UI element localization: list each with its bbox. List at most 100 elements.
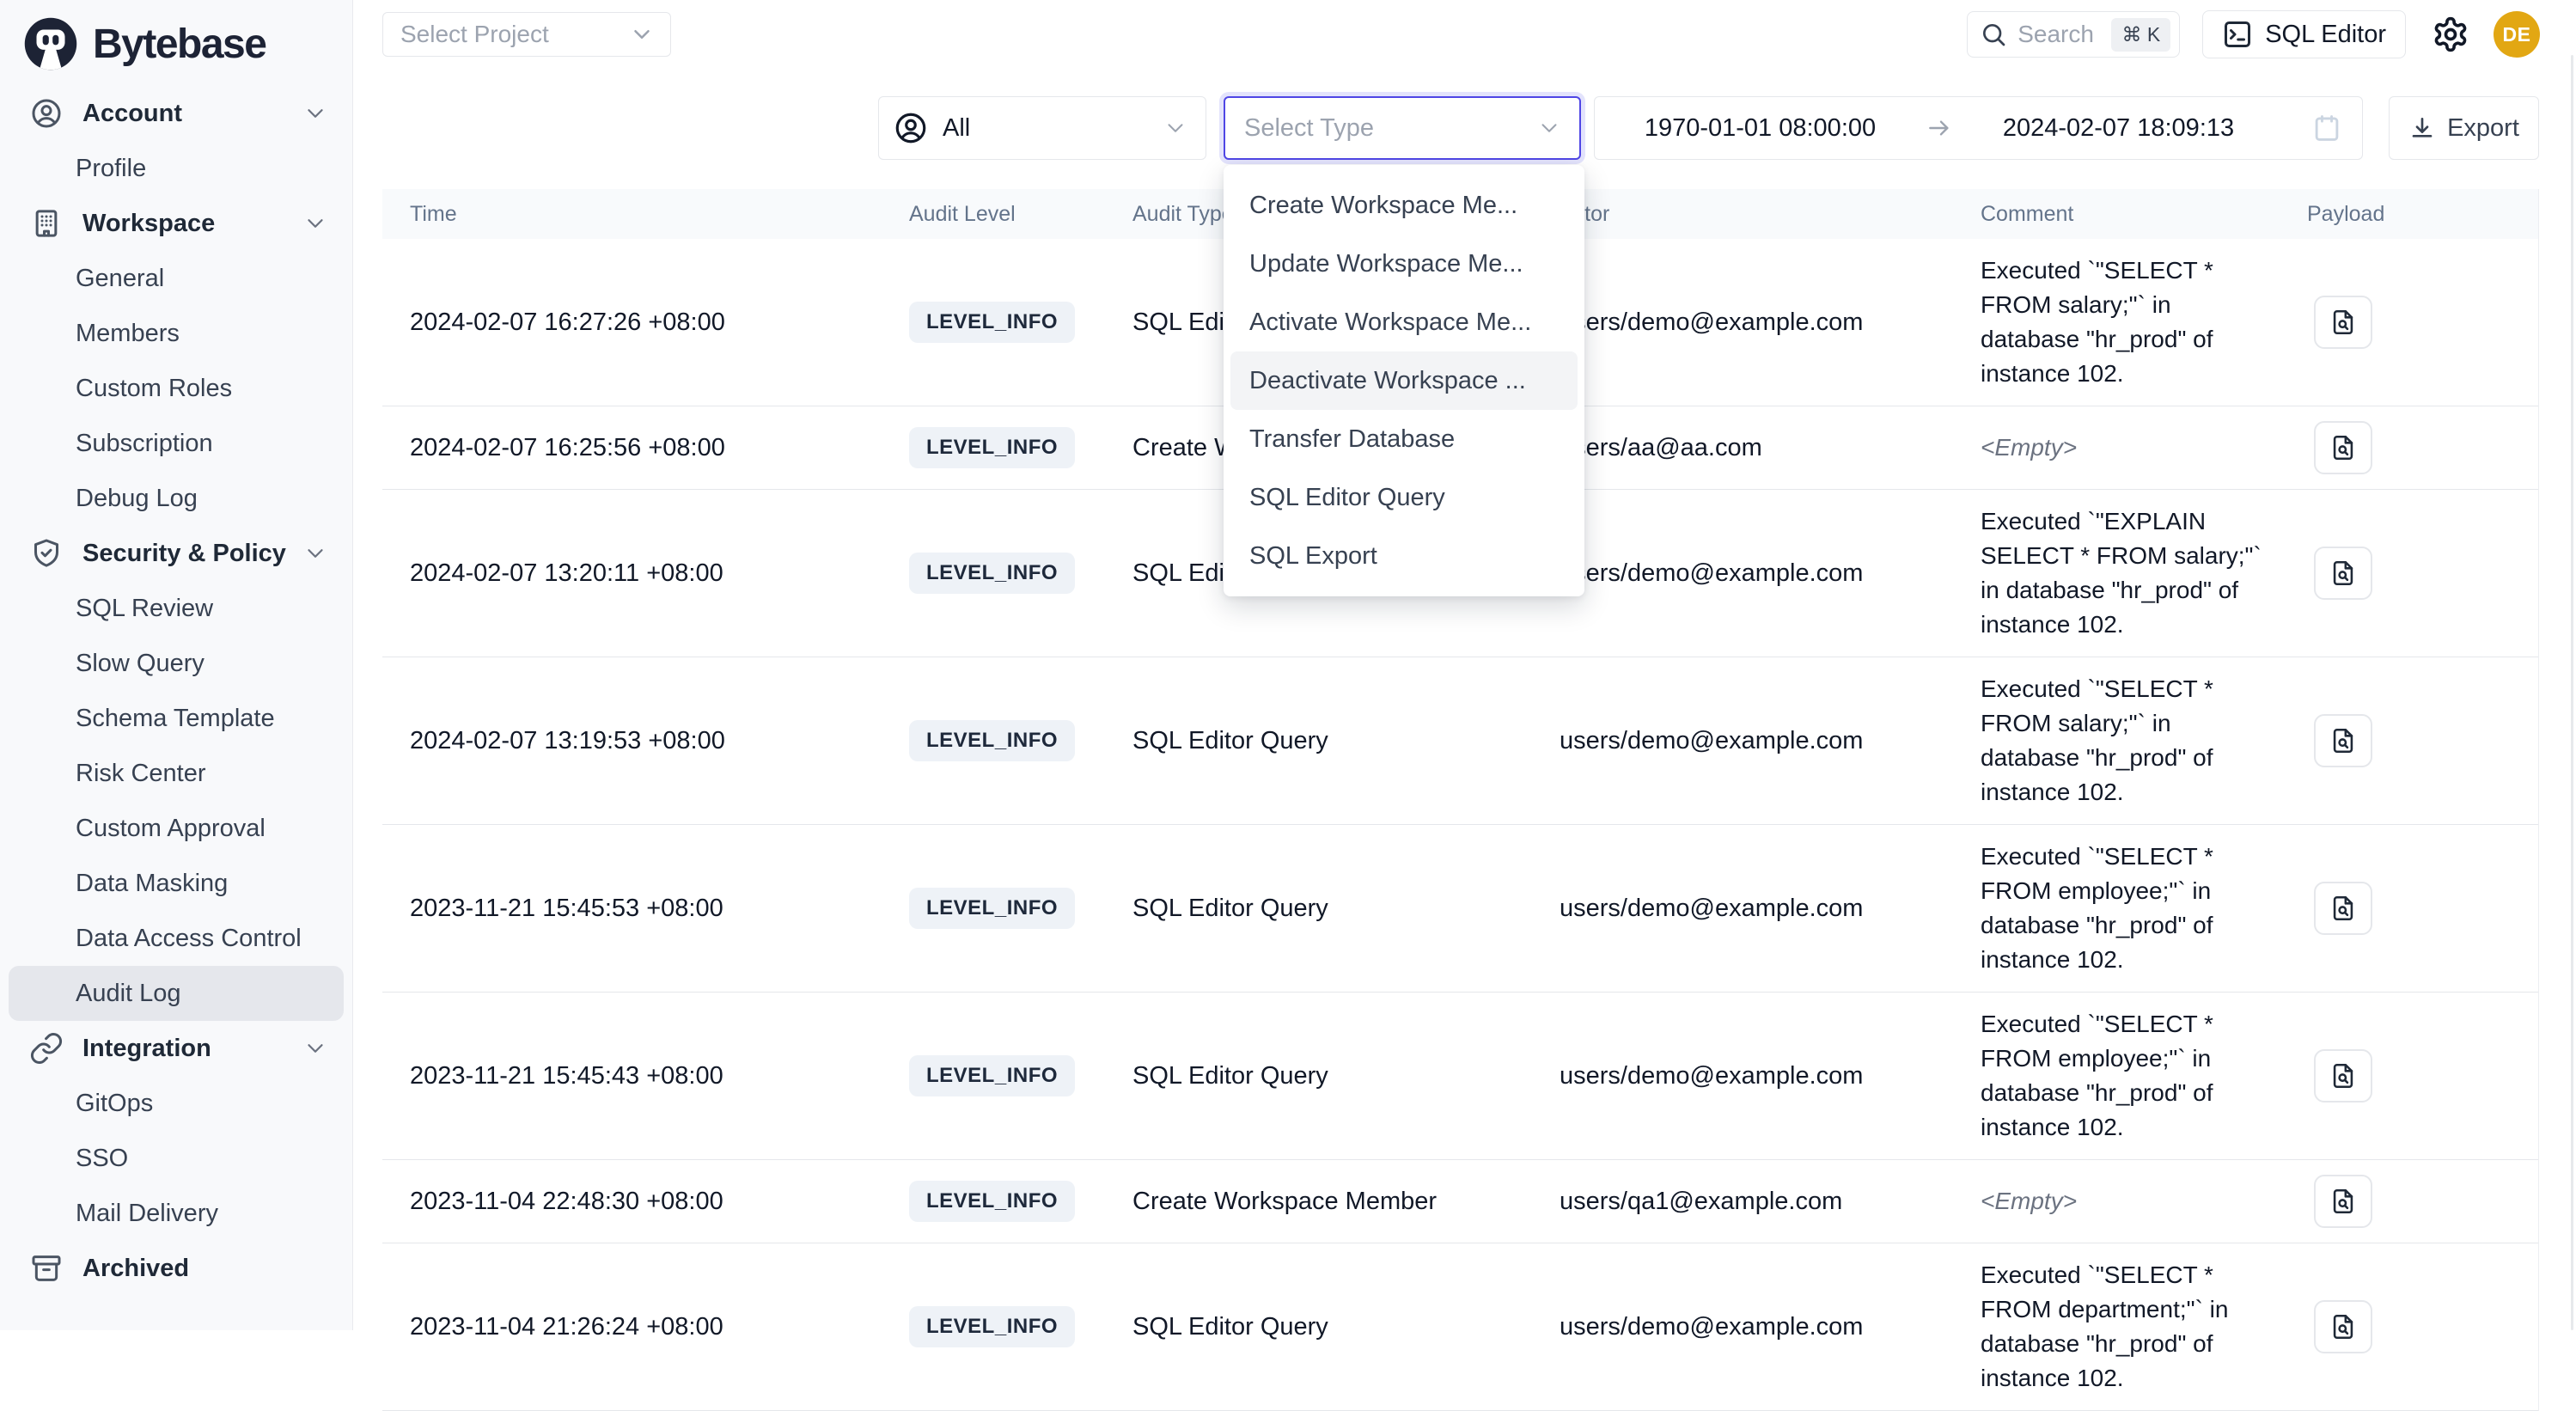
audit-level-cell: LEVEL_INFO xyxy=(902,302,1132,343)
archive-icon xyxy=(29,1251,64,1286)
audit-level-badge: LEVEL_INFO xyxy=(909,720,1075,761)
sidebar-group-archived[interactable]: Archived xyxy=(9,1241,344,1296)
brand[interactable]: Bytebase xyxy=(9,12,344,86)
sidebar-item-mail-delivery[interactable]: Mail Delivery xyxy=(9,1186,344,1241)
chevron-down-icon xyxy=(302,1035,328,1061)
scrollbar[interactable] xyxy=(2571,55,2573,1330)
project-select-placeholder: Select Project xyxy=(400,21,549,48)
audit-level-badge: LEVEL_INFO xyxy=(909,888,1075,929)
type-filter-select[interactable]: Select Type xyxy=(1224,96,1581,160)
audit-comment: Executed `"SELECT * FROM employee;"` in … xyxy=(1981,840,2276,977)
audit-type: Create Workspace Member xyxy=(1132,1188,1560,1216)
sidebar-item-slow-query[interactable]: Slow Query xyxy=(9,636,344,691)
sidebar-item-data-access-control[interactable]: Data Access Control xyxy=(9,911,344,966)
payload-cell xyxy=(2307,547,2539,600)
sidebar-item-label: General xyxy=(76,265,164,293)
sidebar: Bytebase AccountProfile Workspace General M… xyxy=(0,0,353,1330)
export-button[interactable]: Export xyxy=(2389,96,2539,160)
project-select[interactable]: Select Project xyxy=(382,12,671,57)
search-input[interactable]: Search ⌘ K xyxy=(1967,11,2180,58)
sidebar-item-profile[interactable]: Profile xyxy=(9,141,344,196)
audit-comment: Executed `"SELECT * FROM salary;"` in da… xyxy=(1981,253,2276,391)
audit-type: SQL Editor Query xyxy=(1132,1313,1560,1341)
sidebar-item-sso[interactable]: SSO xyxy=(9,1131,344,1186)
audit-comment: <Empty> xyxy=(1981,431,2276,465)
sidebar-item-custom-approval[interactable]: Custom Approval xyxy=(9,801,344,856)
menu-item-update-workspace-me[interactable]: Update Workspace Me... xyxy=(1230,235,1578,293)
sidebar-group-label: Workspace xyxy=(82,210,215,238)
menu-item-create-workspace-me[interactable]: Create Workspace Me... xyxy=(1230,176,1578,235)
shield-check-icon xyxy=(29,536,64,571)
table-row: 2023-11-21 15:45:43 +08:00LEVEL_INFOSQL … xyxy=(382,993,2538,1160)
sql-editor-button[interactable]: SQL Editor xyxy=(2202,10,2406,58)
sidebar-item-custom-roles[interactable]: Custom Roles xyxy=(9,361,344,416)
main-area: Select Project Search ⌘ K SQL Editor DE xyxy=(353,0,2576,1330)
sidebar-item-label: Custom Roles xyxy=(76,375,232,403)
file-search-icon xyxy=(2329,433,2358,462)
audit-level-cell: LEVEL_INFO xyxy=(902,1306,1132,1347)
sidebar-item-gitops[interactable]: GitOps xyxy=(9,1076,344,1131)
table-row: 2023-11-21 15:45:53 +08:00LEVEL_INFOSQL … xyxy=(382,825,2538,993)
audit-actor: users/qa1@example.com xyxy=(1560,1188,1981,1216)
menu-item-transfer-database[interactable]: Transfer Database xyxy=(1230,410,1578,468)
view-payload-button[interactable] xyxy=(2314,1049,2372,1103)
sidebar-item-label: Risk Center xyxy=(76,760,206,788)
file-search-icon xyxy=(2329,308,2358,337)
chevron-down-icon xyxy=(302,101,328,126)
search-icon xyxy=(1980,21,2007,48)
sidebar-group-label: Security & Policy xyxy=(82,540,286,568)
payload-cell xyxy=(2307,421,2539,474)
sidebar-item-general[interactable]: General xyxy=(9,251,344,306)
menu-item-activate-workspace-me[interactable]: Activate Workspace Me... xyxy=(1230,293,1578,351)
sidebar-item-risk-center[interactable]: Risk Center xyxy=(9,746,344,801)
sidebar-item-members[interactable]: Members xyxy=(9,306,344,361)
view-payload-button[interactable] xyxy=(2314,882,2372,935)
table-row: 2023-11-04 21:26:24 +08:00LEVEL_INFOSQL … xyxy=(382,1243,2538,1411)
audit-time: 2024-02-07 16:27:26 +08:00 xyxy=(382,308,902,337)
menu-item-sql-export[interactable]: SQL Export xyxy=(1230,527,1578,585)
avatar-initials: DE xyxy=(2503,23,2531,46)
view-payload-button[interactable] xyxy=(2314,296,2372,349)
audit-actor: users/aa@aa.com xyxy=(1560,434,1981,462)
view-payload-button[interactable] xyxy=(2314,547,2372,600)
avatar[interactable]: DE xyxy=(2494,11,2540,58)
audit-actor: users/demo@example.com xyxy=(1560,1062,1981,1090)
audit-comment: <Empty> xyxy=(1981,1184,2276,1219)
date-from-value[interactable]: 1970-01-01 08:00:00 xyxy=(1595,114,1926,143)
settings-button[interactable] xyxy=(2432,15,2471,54)
sidebar-group-workspace[interactable]: Workspace xyxy=(9,196,344,251)
sidebar-group-label: Archived xyxy=(82,1255,189,1283)
sidebar-group-security-policy[interactable]: Security & Policy xyxy=(9,526,344,581)
audit-actor: users/demo@example.com xyxy=(1560,1313,1981,1341)
calendar-icon xyxy=(2310,112,2343,144)
sidebar-item-audit-log[interactable]: Audit Log xyxy=(9,966,344,1021)
chevron-down-icon xyxy=(302,211,328,236)
sidebar-item-debug-log[interactable]: Debug Log xyxy=(9,471,344,526)
building-icon xyxy=(29,206,64,241)
sidebar-group-integration[interactable]: Integration xyxy=(9,1021,344,1076)
date-range-picker[interactable]: 1970-01-01 08:00:00 2024-02-07 18:09:13 xyxy=(1594,96,2363,160)
menu-item-sql-editor-query[interactable]: SQL Editor Query xyxy=(1230,468,1578,527)
sidebar-item-label: Members xyxy=(76,320,180,348)
sidebar-item-schema-template[interactable]: Schema Template xyxy=(9,691,344,746)
sidebar-item-data-masking[interactable]: Data Masking xyxy=(9,856,344,911)
sidebar-group-account[interactable]: Account xyxy=(9,86,344,141)
table-row: 2023-11-04 22:48:30 +08:00LEVEL_INFOCrea… xyxy=(382,1160,2538,1243)
column-header-time: Time xyxy=(382,202,902,227)
column-header-payload: Payload xyxy=(2307,202,2539,227)
payload-cell xyxy=(2307,1300,2539,1353)
file-search-icon xyxy=(2329,894,2358,923)
view-payload-button[interactable] xyxy=(2314,1175,2372,1228)
audit-level-cell: LEVEL_INFO xyxy=(902,553,1132,594)
filter-toolbar: All Select Type 1970-01-01 08:00:00 2024… xyxy=(353,96,2576,160)
date-to-value[interactable]: 2024-02-07 18:09:13 xyxy=(1953,114,2284,143)
view-payload-button[interactable] xyxy=(2314,1300,2372,1353)
view-payload-button[interactable] xyxy=(2314,421,2372,474)
sidebar-item-subscription[interactable]: Subscription xyxy=(9,416,344,471)
sidebar-item-label: SQL Review xyxy=(76,595,213,623)
actor-filter-select[interactable]: All xyxy=(878,96,1206,160)
topbar: Select Project Search ⌘ K SQL Editor DE xyxy=(353,0,2576,60)
sidebar-item-sql-review[interactable]: SQL Review xyxy=(9,581,344,636)
view-payload-button[interactable] xyxy=(2314,714,2372,767)
menu-item-deactivate-workspace[interactable]: Deactivate Workspace ... xyxy=(1230,351,1578,410)
